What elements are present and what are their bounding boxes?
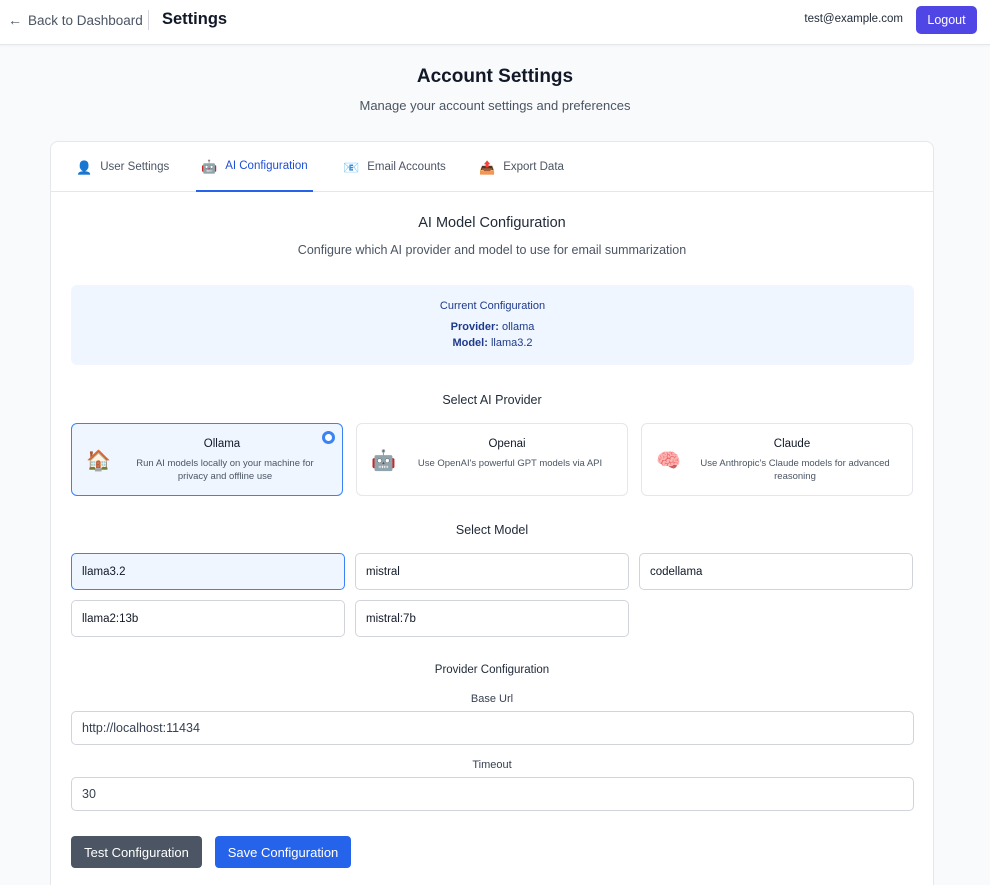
provider-config-title: Provider Configuration xyxy=(434,664,550,676)
page-subtitle: Manage your account settings and prefere… xyxy=(359,98,631,113)
current-model-row: Model: llama3.2 xyxy=(71,337,914,349)
current-config-label: Current Configuration xyxy=(439,300,546,312)
provider-name: Ollama xyxy=(203,438,241,450)
tab-user-settings[interactable]: 👤 User Settings xyxy=(71,142,174,192)
base-url-label: Base Url xyxy=(470,693,514,705)
header-divider xyxy=(148,10,149,30)
model-option-codellama[interactable]: codellama xyxy=(639,553,913,590)
model-key: Model: xyxy=(452,337,488,349)
header-title: Settings xyxy=(162,10,228,28)
top-bar: ← Back to Dashboard Settings test@exampl… xyxy=(0,0,990,45)
user-icon: 👤 xyxy=(76,159,93,175)
provider-name: Claude xyxy=(773,438,811,450)
tab-label: Export Data xyxy=(503,161,564,173)
tab-label: Email Accounts xyxy=(367,161,446,173)
tab-export-data[interactable]: 📤 Export Data xyxy=(474,142,569,192)
arrow-left-icon: ← xyxy=(8,12,22,28)
robot-icon: 🤖 xyxy=(371,450,396,472)
ai-config-title: AI Model Configuration xyxy=(418,215,566,231)
provider-value: ollama xyxy=(501,321,535,333)
settings-tabs: 👤 User Settings 🤖 AI Configuration 📧 Ema… xyxy=(51,142,933,192)
export-icon: 📤 xyxy=(479,159,496,175)
provider-description: Use Anthropic's Claude models for advanc… xyxy=(700,458,890,482)
back-link-label: Back to Dashboard xyxy=(28,12,143,28)
provider-card-claude[interactable]: 🧠 Claude Use Anthropic's Claude models f… xyxy=(641,423,913,496)
base-url-input[interactable] xyxy=(71,711,914,745)
model-section-title: Select Model xyxy=(455,523,529,537)
model-value: llama3.2 xyxy=(490,337,533,349)
robot-icon: 🤖 xyxy=(201,158,218,174)
tab-label: User Settings xyxy=(100,161,170,173)
provider-card-ollama[interactable]: 🏠 Ollama Run AI models locally on your m… xyxy=(71,423,343,496)
provider-description: Use OpenAI's powerful GPT models via API xyxy=(417,458,603,469)
provider-card-openai[interactable]: 🤖 Openai Use OpenAI's powerful GPT model… xyxy=(356,423,628,496)
timeout-label: Timeout xyxy=(472,759,512,771)
settings-card: 👤 User Settings 🤖 AI Configuration 📧 Ema… xyxy=(50,141,934,885)
page-title: Account Settings xyxy=(416,66,574,87)
save-configuration-button[interactable]: Save Configuration xyxy=(215,836,351,868)
provider-section-title: Select AI Provider xyxy=(442,393,542,407)
model-option-mistral[interactable]: mistral xyxy=(355,553,629,590)
tab-label: AI Configuration xyxy=(225,160,308,172)
current-configuration-box: Current Configuration Provider: ollama M… xyxy=(71,285,914,365)
current-provider-row: Provider: ollama xyxy=(71,321,914,333)
model-option-llama2-13b[interactable]: llama2:13b xyxy=(71,600,345,637)
brain-icon: 🧠 xyxy=(656,450,681,472)
email-icon: 📧 xyxy=(343,159,360,175)
house-icon: 🏠 xyxy=(86,450,111,472)
back-to-dashboard-link[interactable]: ← Back to Dashboard xyxy=(8,12,143,28)
provider-key: Provider: xyxy=(450,321,499,333)
model-option-mistral-7b[interactable]: mistral:7b xyxy=(355,600,629,637)
timeout-input[interactable] xyxy=(71,777,914,811)
logout-button[interactable]: Logout xyxy=(916,6,977,34)
model-option-llama3-2[interactable]: llama3.2 xyxy=(71,553,345,590)
test-configuration-button[interactable]: Test Configuration xyxy=(71,836,202,868)
user-email: test@example.com xyxy=(804,13,903,25)
provider-name: Openai xyxy=(488,438,526,450)
ai-config-description: Configure which AI provider and model to… xyxy=(297,243,687,257)
tab-ai-configuration[interactable]: 🤖 AI Configuration xyxy=(196,142,313,192)
selected-radio-icon[interactable] xyxy=(322,431,335,444)
tab-email-accounts[interactable]: 📧 Email Accounts xyxy=(338,142,451,192)
provider-description: Run AI models locally on your machine fo… xyxy=(136,458,314,482)
